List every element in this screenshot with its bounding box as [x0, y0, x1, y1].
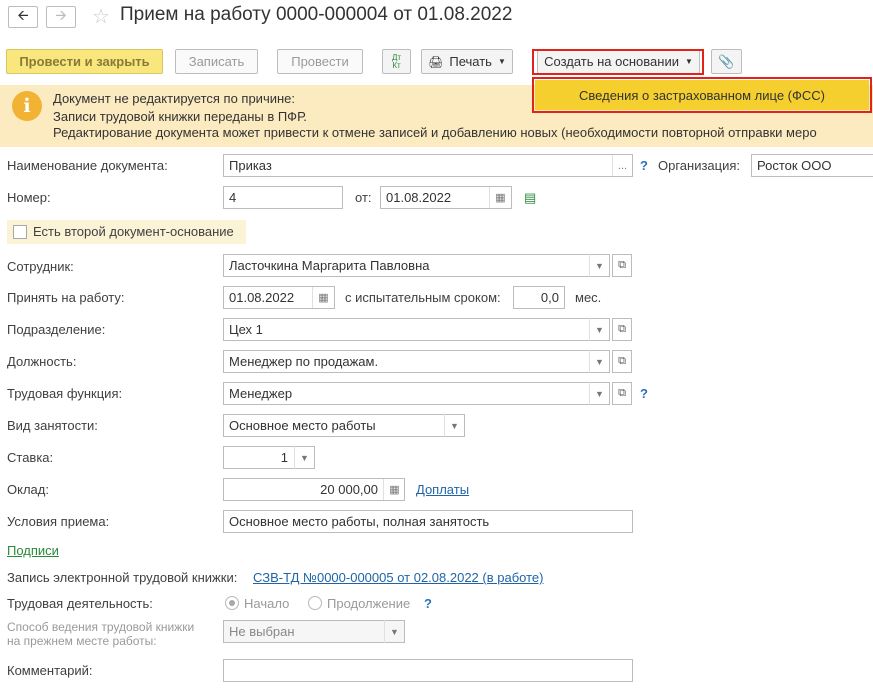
arrow-left-icon: 🡨 [17, 7, 29, 23]
dt-kt-button[interactable]: Дт Кт [382, 49, 411, 74]
org-label: Организация: [658, 158, 741, 173]
doc-name-label: Наименование документа: [7, 158, 168, 173]
info-line-2: Записи трудовой книжки переданы в ПФР. [53, 109, 307, 124]
paperclip-icon: 📎 [718, 53, 735, 69]
chevron-down-icon[interactable]: ▼ [294, 446, 314, 469]
from-label: от: [355, 190, 372, 205]
rate-label: Ставка: [7, 450, 54, 465]
method-label-1: Способ ведения трудовой книжки [7, 620, 195, 634]
conditions-label: Условия приема: [7, 514, 110, 529]
calendar-icon[interactable]: ▦ [489, 187, 511, 208]
back-button[interactable]: 🡨 [8, 6, 38, 28]
info-line-1: Документ не редактируется по причине: [53, 91, 296, 106]
radio-start[interactable] [225, 596, 239, 610]
chevron-down-icon[interactable]: ▼ [589, 382, 609, 405]
dt-kt-icon: Дт Кт [391, 52, 402, 70]
radio-continue[interactable] [308, 596, 322, 610]
hire-label: Принять на работу: [7, 290, 125, 305]
more-button[interactable]: ... [612, 155, 632, 176]
employment-label: Вид занятости: [7, 418, 98, 433]
post-and-close-button[interactable]: Провести и закрыть [6, 49, 163, 74]
help-icon[interactable]: ? [424, 596, 432, 611]
employee-label: Сотрудник: [7, 259, 74, 274]
salary-field[interactable]: 20 000,00 [223, 478, 405, 501]
employment-field[interactable]: Основное место работы [223, 414, 465, 437]
employee-field[interactable]: Ласточкина Маргарита Павловна [223, 254, 610, 277]
etk-label: Запись электронной трудовой книжки: [7, 570, 238, 585]
radio-continue-label: Продолжение [327, 596, 411, 611]
post-button[interactable]: Провести [277, 49, 363, 74]
chevron-down-icon[interactable]: ▼ [589, 350, 609, 373]
printer-icon: 🖨 [428, 54, 444, 69]
function-label: Трудовая функция: [7, 386, 123, 401]
open-icon[interactable]: ⧉ [612, 254, 632, 277]
etk-link[interactable]: СЗВ-ТД №0000-000005 от 02.08.2022 (в раб… [253, 570, 543, 585]
position-field[interactable]: Менеджер по продажам. [223, 350, 610, 373]
function-field[interactable]: Менеджер [223, 382, 610, 405]
method-label-2: на прежнем месте работы: [7, 634, 157, 648]
doc-name-field[interactable]: Приказ [223, 154, 633, 177]
method-field[interactable]: Не выбран [223, 620, 405, 643]
open-icon[interactable]: ⧉ [612, 350, 632, 373]
forward-button[interactable]: 🡪 [46, 6, 76, 28]
probation-field[interactable]: 0,0 [513, 286, 565, 309]
save-button[interactable]: Записать [175, 49, 258, 74]
number-label: Номер: [7, 190, 51, 205]
chevron-down-icon[interactable]: ▼ [444, 414, 464, 437]
comment-field[interactable] [223, 659, 633, 682]
calculator-icon[interactable]: ▦ [383, 479, 405, 500]
division-label: Подразделение: [7, 322, 106, 337]
info-icon: i [12, 91, 42, 121]
highlight-frame-menu [532, 77, 872, 113]
second-doc-checkbox[interactable] [13, 225, 27, 239]
org-field[interactable]: Росток ООО [751, 154, 873, 177]
allowances-link[interactable]: Доплаты [416, 482, 469, 497]
probation-label: с испытательным сроком: [345, 290, 501, 305]
chevron-down-icon[interactable]: ▼ [589, 318, 609, 341]
open-icon[interactable]: ⧉ [612, 318, 632, 341]
highlight-frame [532, 49, 704, 75]
open-icon[interactable]: ⧉ [612, 382, 632, 405]
print-label: Печать [449, 54, 492, 69]
info-line-3: Редактирование документа может привести … [53, 125, 817, 140]
labor-label: Трудовая деятельность: [7, 596, 153, 611]
second-doc-label: Есть второй документ-основание [33, 224, 234, 239]
help-icon[interactable]: ? [640, 386, 648, 401]
conditions-field[interactable]: Основное место работы, полная занятость [223, 510, 633, 533]
signatures-link[interactable]: Подписи [7, 543, 59, 558]
chevron-down-icon[interactable]: ▼ [589, 254, 609, 277]
probation-unit: мес. [575, 290, 602, 305]
help-icon[interactable]: ? [640, 158, 648, 173]
chevron-down-icon[interactable]: ▼ [384, 620, 404, 643]
chevron-down-icon: ▼ [497, 57, 506, 66]
print-button[interactable]: 🖨 Печать ▼ [421, 49, 513, 74]
position-label: Должность: [7, 354, 77, 369]
radio-start-label: Начало [244, 596, 290, 611]
page-title: Прием на работу 0000-000004 от 01.08.202… [120, 4, 513, 25]
arrow-right-icon: 🡪 [55, 7, 67, 23]
comment-label: Комментарий: [7, 663, 93, 678]
number-field[interactable]: 4 [223, 186, 343, 209]
history-icon[interactable]: ▤ [524, 190, 536, 206]
star-icon[interactable]: ☆ [92, 4, 110, 29]
division-field[interactable]: Цех 1 [223, 318, 610, 341]
calendar-icon[interactable]: ▦ [312, 287, 334, 308]
salary-label: Оклад: [7, 482, 49, 497]
attach-button[interactable]: 📎 [711, 49, 742, 74]
